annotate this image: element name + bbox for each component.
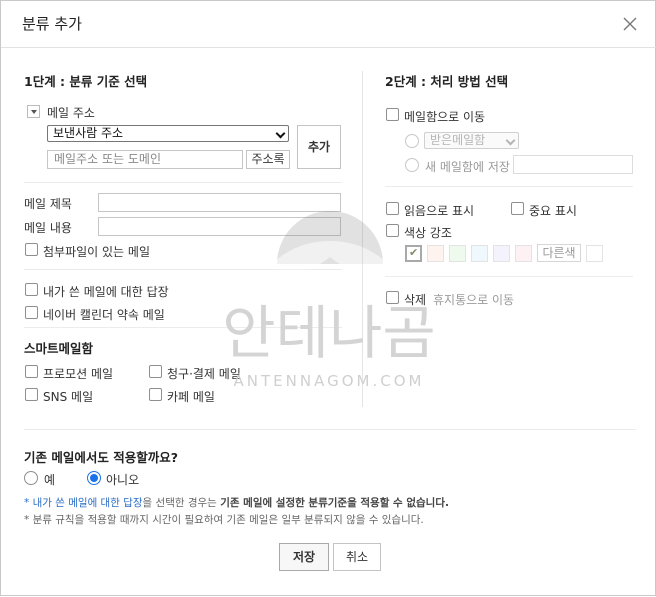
delete-sub-label: 휴지통으로 이동 <box>433 293 515 307</box>
step2-heading: 2단계 : 처리 방법 선택 <box>385 74 509 89</box>
note-reply: * 내가 쓴 메일에 대한 답장을 선택한 경우는 기존 메일에 설정한 분류기… <box>24 495 449 510</box>
reply-label: 내가 쓴 메일에 대한 답장 <box>43 285 169 299</box>
body-label: 메일 내용 <box>24 221 72 235</box>
divider <box>385 276 633 277</box>
other-color-button[interactable]: 다른색 <box>537 244 581 262</box>
color-swatch[interactable] <box>471 245 488 262</box>
body-input[interactable] <box>98 217 341 236</box>
watermark-url: ANTENNAGOM.COM <box>234 372 425 390</box>
color-swatch[interactable]: ✔ <box>405 245 422 262</box>
color-swatch[interactable] <box>515 245 532 262</box>
address-input[interactable]: 메일주소 또는 도메인 <box>47 150 243 169</box>
watermark-text: 안테나곰 <box>222 299 435 367</box>
email-address-label: 메일 주소 <box>47 106 95 120</box>
chevron-down-icon <box>505 135 516 146</box>
apply-no-radio[interactable] <box>87 471 101 485</box>
mark-read-checkbox[interactable] <box>386 202 399 215</box>
color-highlight-label: 색상 강조 <box>404 226 452 240</box>
delete-label: 삭제 <box>404 293 427 307</box>
custom-color-swatch[interactable] <box>586 245 603 262</box>
attachment-label: 첨부파일이 있는 메일 <box>43 245 150 259</box>
note-reply-mid: 을 선택한 경우는 <box>142 497 221 509</box>
mailbox-select-value: 받은메일함 <box>430 133 486 147</box>
header-divider <box>1 47 656 48</box>
sender-select[interactable]: 보낸사람 주소 <box>47 125 289 142</box>
color-highlight-checkbox[interactable] <box>386 224 399 237</box>
note-reply-bold: 기존 메일에 설정한 분류기준을 적용할 수 없습니다. <box>220 497 449 509</box>
close-icon[interactable] <box>621 15 639 33</box>
move-to-mailbox-label: 메일함으로 이동 <box>404 110 486 124</box>
new-mailbox-radio[interactable] <box>405 158 419 172</box>
apply-yes-radio[interactable] <box>24 471 38 485</box>
divider <box>24 182 342 183</box>
move-to-mailbox-checkbox[interactable] <box>386 108 399 121</box>
color-swatch[interactable] <box>493 245 510 262</box>
promo-label: 프로모션 메일 <box>43 367 114 381</box>
cafe-label: 카페 메일 <box>167 390 215 404</box>
apply-no-label: 아니오 <box>106 473 140 487</box>
cancel-button[interactable]: 취소 <box>333 543 381 571</box>
color-swatch[interactable] <box>427 245 444 262</box>
chevron-down-icon <box>275 128 286 139</box>
sns-label: SNS 메일 <box>43 390 94 404</box>
calendar-label: 네이버 캘린더 약속 메일 <box>43 308 165 322</box>
add-filter-dialog: 분류 추가 1단계 : 분류 기준 선택 메일 주소 보낸사람 주소 메일주소 … <box>0 0 656 596</box>
new-mailbox-label: 새 메일함에 저장 <box>425 160 510 174</box>
new-mailbox-input[interactable] <box>513 155 633 174</box>
important-label: 중요 표시 <box>529 204 577 218</box>
cafe-checkbox[interactable] <box>149 388 162 401</box>
color-swatch[interactable] <box>449 245 466 262</box>
addressbook-button[interactable]: 주소록 <box>246 150 290 169</box>
column-divider <box>362 71 363 407</box>
divider <box>24 269 342 270</box>
divider <box>24 327 342 328</box>
delete-checkbox[interactable] <box>386 291 399 304</box>
expand-toggle-icon[interactable] <box>27 105 40 118</box>
divider <box>385 186 633 187</box>
promo-checkbox[interactable] <box>25 365 38 378</box>
smartmail-heading: 스마트메일함 <box>24 341 94 356</box>
apply-yes-label: 예 <box>44 473 56 487</box>
save-button[interactable]: 저장 <box>279 543 329 571</box>
calendar-checkbox[interactable] <box>25 306 38 319</box>
subject-label: 메일 제목 <box>24 197 72 211</box>
sns-checkbox[interactable] <box>25 388 38 401</box>
apply-existing-question: 기존 메일에서도 적용할까요? <box>24 450 178 465</box>
note-delay: * 분류 규칙을 적용할 때까지 시간이 필요하여 기존 메일은 일부 분류되지… <box>24 514 424 526</box>
mark-read-label: 읽음으로 표시 <box>404 204 475 218</box>
mailbox-select[interactable]: 받은메일함 <box>424 132 519 149</box>
important-checkbox[interactable] <box>511 202 524 215</box>
existing-mailbox-radio[interactable] <box>405 134 419 148</box>
step1-heading: 1단계 : 분류 기준 선택 <box>24 74 148 89</box>
divider <box>24 429 636 430</box>
add-button[interactable]: 추가 <box>297 125 341 169</box>
sender-select-value: 보낸사람 주소 <box>53 126 124 140</box>
attachment-checkbox[interactable] <box>25 243 38 256</box>
check-icon: ✔ <box>409 246 419 259</box>
dialog-title: 분류 추가 <box>22 15 82 33</box>
billing-checkbox[interactable] <box>149 365 162 378</box>
reply-checkbox[interactable] <box>25 283 38 296</box>
subject-input[interactable] <box>98 193 341 212</box>
note-reply-prefix: * 내가 쓴 메일에 대한 답장 <box>24 497 143 509</box>
billing-label: 청구·결제 메일 <box>167 367 241 381</box>
